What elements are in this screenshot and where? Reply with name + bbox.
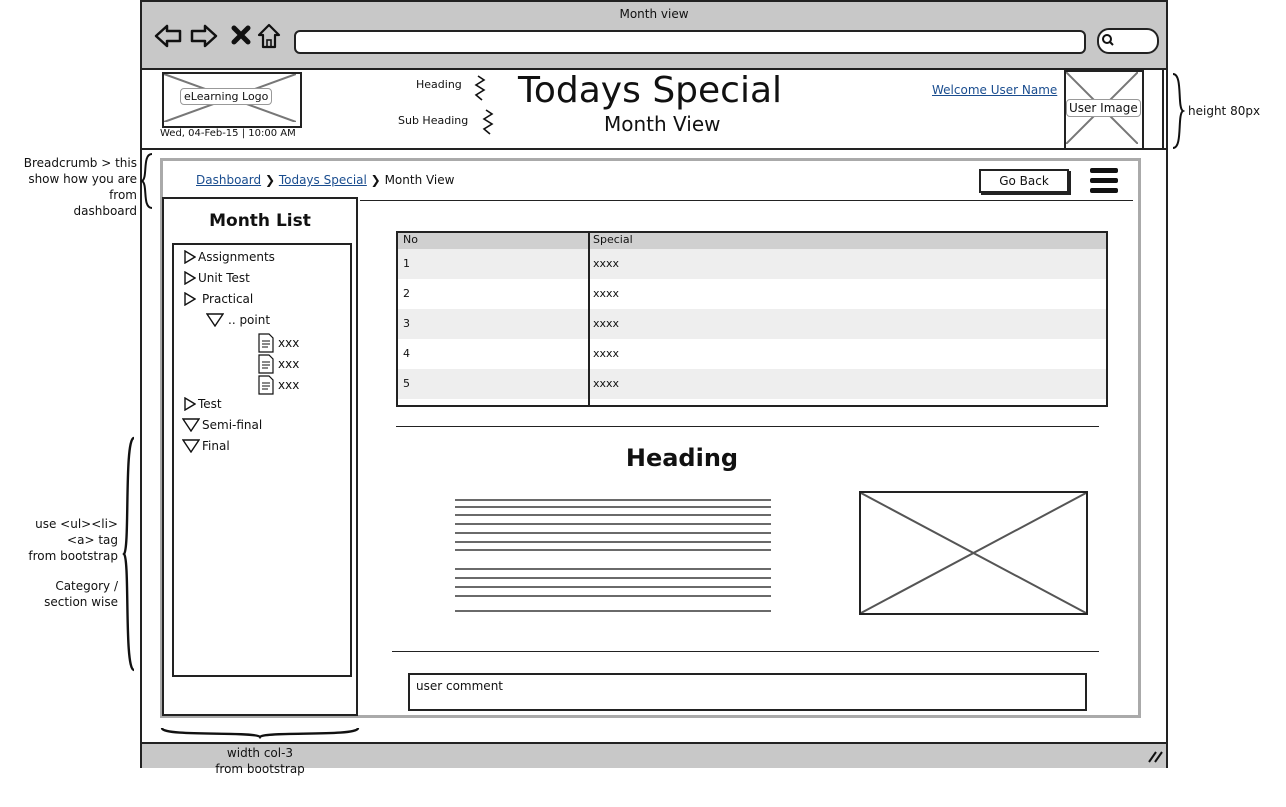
- resize-grip-icon[interactable]: [1146, 749, 1164, 763]
- curly-brace-icon: [122, 436, 136, 672]
- table-cell: 1: [403, 257, 410, 270]
- menu-icon[interactable]: [1088, 166, 1120, 196]
- page-title: Todays Special: [518, 70, 783, 111]
- tree-item-label: .. point: [228, 313, 271, 327]
- search-field[interactable]: [1097, 28, 1159, 54]
- table-header-no: No: [403, 233, 418, 246]
- forward-arrow-icon[interactable]: [190, 22, 218, 50]
- table-row[interactable]: 3 xxxx: [398, 309, 1106, 339]
- table-header: No Special: [398, 233, 1106, 249]
- tree-item-label: Assignments: [198, 250, 275, 264]
- header-divider: [1162, 70, 1164, 148]
- table-row[interactable]: 1 xxxx: [398, 249, 1106, 279]
- tree-item-label: Semi-final: [202, 418, 263, 432]
- specials-table: No Special 1 xxxx 2 xxxx 3 xxxx 4 xxxx 5…: [396, 231, 1108, 407]
- triangle-right-icon: [184, 250, 196, 264]
- tree-item-practical[interactable]: Practical: [184, 292, 253, 306]
- user-image-label: User Image: [1066, 99, 1141, 117]
- section-heading: Heading: [625, 444, 739, 472]
- triangle-down-icon: [182, 418, 200, 432]
- tree-item-label: xxx: [278, 378, 300, 392]
- breadcrumb-separator: ❯: [370, 173, 381, 187]
- document-icon: [258, 375, 274, 395]
- date-time: Wed, 04-Feb-15 | 10:00 AM: [160, 128, 296, 139]
- table-cell: 2: [403, 287, 410, 300]
- page-subtitle: Month View: [604, 112, 721, 136]
- tree-item-test[interactable]: Test: [184, 397, 222, 411]
- triangle-right-icon: [184, 292, 196, 306]
- month-list-tree: [172, 243, 352, 677]
- table-row[interactable]: 5 xxxx: [398, 369, 1106, 399]
- triangle-down-icon: [182, 439, 200, 453]
- table-cell: xxxx: [593, 377, 620, 390]
- tree-item-label: Test: [198, 397, 222, 411]
- document-icon: [258, 333, 274, 353]
- sidebar-title: Month List: [209, 211, 311, 231]
- tree-item-assignments[interactable]: Assignments: [184, 250, 275, 264]
- table-cell: xxxx: [593, 317, 620, 330]
- annotation-category: Category / section wise: [44, 579, 118, 609]
- table-cell: xxxx: [593, 257, 620, 270]
- welcome-user-link[interactable]: Welcome User Name: [932, 83, 1057, 97]
- breadcrumb-separator: ❯: [264, 173, 275, 187]
- table-row[interactable]: 2 xxxx: [398, 279, 1106, 309]
- squiggle-icon: [482, 109, 494, 135]
- home-icon[interactable]: [256, 22, 284, 50]
- breadcrumb-todays-special[interactable]: Todays Special: [279, 173, 367, 187]
- divider: [396, 426, 1099, 427]
- tree-item-semi-final[interactable]: Semi-final: [182, 418, 262, 432]
- breadcrumb-dashboard[interactable]: Dashboard: [196, 173, 261, 187]
- table-cell: 5: [403, 377, 410, 390]
- search-icon: [1102, 34, 1114, 46]
- tree-item-file[interactable]: xxx: [258, 354, 299, 374]
- table-column-divider: [588, 231, 590, 407]
- table-cell: xxxx: [593, 287, 620, 300]
- table-cell: xxxx: [593, 347, 620, 360]
- curly-brace-icon: [140, 153, 153, 209]
- breadcrumb: Dashboard ❯ Todays Special ❯ Month View: [196, 173, 454, 187]
- back-arrow-icon[interactable]: [154, 22, 182, 50]
- tree-item-file[interactable]: xxx: [258, 375, 299, 395]
- go-back-button[interactable]: Go Back: [979, 169, 1069, 193]
- tree-item-label: Practical: [202, 292, 254, 306]
- image-placeholder: [859, 491, 1088, 615]
- breadcrumb-divider: [360, 200, 1133, 201]
- heading-label: Heading: [416, 78, 462, 91]
- tree-item-label: xxx: [278, 336, 300, 350]
- tree-item-label: xxx: [278, 357, 300, 371]
- text-lines-placeholder: [455, 499, 771, 612]
- tree-item-unit-test[interactable]: Unit Test: [184, 271, 250, 285]
- triangle-down-icon: [206, 313, 224, 327]
- subheading-label: Sub Heading: [398, 114, 469, 127]
- curly-brace-icon: [160, 726, 360, 740]
- divider: [392, 651, 1099, 652]
- logo-label: eLearning Logo: [180, 88, 273, 105]
- breadcrumb-current: Month View: [384, 173, 455, 187]
- user-comment-field[interactable]: user comment: [408, 673, 1087, 711]
- annotation-height: height 80px: [1188, 104, 1261, 118]
- tree-item-point[interactable]: .. point: [206, 313, 270, 327]
- table-cell: 3: [403, 317, 410, 330]
- table-row[interactable]: 4 xxxx: [398, 339, 1106, 369]
- triangle-right-icon: [184, 271, 196, 285]
- squiggle-icon: [474, 75, 486, 101]
- tree-item-label: Unit Test: [198, 271, 250, 285]
- annotation-width: width col-3 from bootstrap: [215, 746, 305, 776]
- tree-item-label: Final: [202, 439, 230, 453]
- table-header-special: Special: [593, 233, 633, 246]
- annotation-ul: use <ul><li> <a> tag from bootstrap: [28, 517, 118, 563]
- address-bar[interactable]: [294, 30, 1086, 54]
- window-title: Month view: [619, 7, 689, 21]
- annotation-breadcrumb: Breadcrumb > this show how you are from …: [23, 156, 137, 218]
- tree-item-file[interactable]: xxx: [258, 333, 299, 353]
- document-icon: [258, 354, 274, 374]
- page-header: eLearning Logo Wed, 04-Feb-15 | 10:00 AM…: [142, 70, 1166, 150]
- close-icon[interactable]: [228, 22, 256, 50]
- tree-item-final[interactable]: Final: [182, 439, 230, 453]
- curly-brace-icon: [1172, 73, 1186, 149]
- table-cell: 4: [403, 347, 410, 360]
- triangle-right-icon: [184, 397, 196, 411]
